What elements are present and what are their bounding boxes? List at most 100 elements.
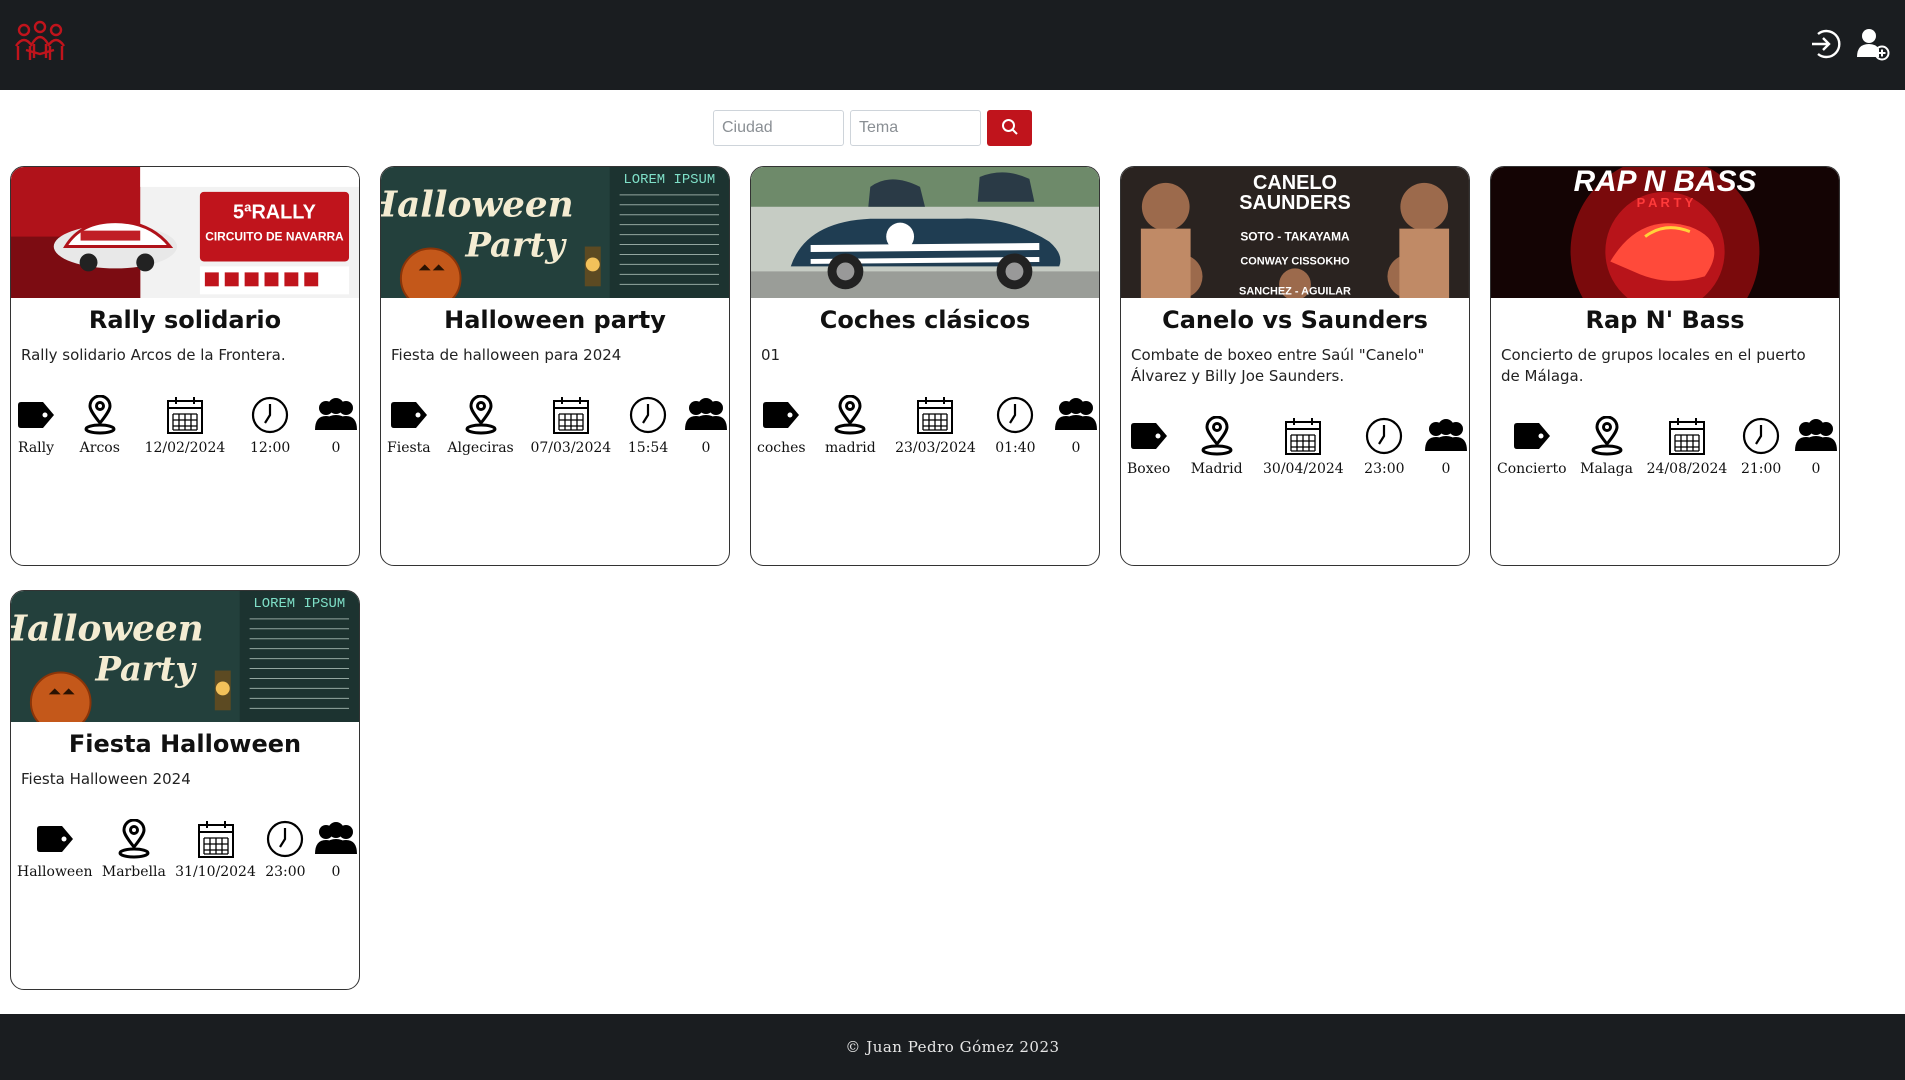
image-caption: SAUNDERS (1239, 192, 1351, 214)
event-title: Rally solidario (88, 306, 282, 334)
tag-icon (390, 394, 428, 436)
meta-label: Madrid (1190, 461, 1243, 477)
meta-label: 23:00 (265, 864, 306, 880)
event-image[interactable] (751, 167, 1099, 299)
login-icon[interactable] (1807, 26, 1843, 62)
event-meta: Fiesta Algeciras 07/03/2024 15:54 0 (381, 394, 729, 456)
event-card[interactable]: RAP N BASS P A R T Y Rap N' Bass Concier… (1490, 166, 1840, 566)
tag-icon (17, 394, 55, 436)
people-group-logo-icon[interactable] (12, 20, 68, 64)
location-pin-icon (83, 394, 117, 436)
clock-icon (1364, 415, 1404, 457)
event-card[interactable]: Halloween Party LOREM IPSUM Halloween pa… (380, 166, 730, 566)
image-caption: Party (94, 648, 197, 688)
meta-label: Boxeo (1127, 461, 1171, 477)
event-meta: Rally Arcos 12/02/2024 12:00 0 (11, 394, 359, 456)
meta-clock: 01:40 (995, 394, 1036, 456)
event-description: Concierto de grupos locales en el puerto… (1501, 346, 1806, 385)
event-image[interactable]: CANELO SAUNDERS SOTO - TAKAYAMA CONWAY C… (1121, 167, 1469, 299)
clock-icon (250, 394, 290, 436)
tag-icon (1130, 415, 1168, 457)
meta-label: Halloween (17, 864, 93, 880)
attendees-icon (684, 394, 727, 436)
meta-label: madrid (825, 440, 876, 456)
meta-attendees: 0 (1424, 415, 1467, 477)
attendees-icon (1794, 415, 1837, 457)
event-image[interactable]: RAP N BASS P A R T Y (1491, 167, 1839, 299)
meta-label: 01:40 (995, 440, 1036, 456)
meta-label: 21:00 (1740, 461, 1782, 477)
meta-label: Marbella (101, 864, 166, 880)
add-user-icon[interactable] (1855, 26, 1891, 62)
event-meta: Concierto Malaga 24/08/2024 21:00 0 (1491, 415, 1839, 477)
location-pin-icon (464, 394, 498, 436)
image-caption: Halloween (381, 184, 574, 226)
meta-label: 0 (701, 440, 711, 456)
event-description: Rally solidario Arcos de la Frontera. (21, 346, 286, 364)
image-caption: CIRCUITO DE NAVARRA (205, 230, 344, 244)
meta-location-pin: Algeciras (447, 394, 514, 456)
event-card[interactable]: CANELO SAUNDERS SOTO - TAKAYAMA CONWAY C… (1120, 166, 1470, 566)
location-pin-icon (117, 818, 151, 860)
meta-label: Arcos (79, 440, 120, 456)
image-caption: SANCHEZ - AGUILAR (1239, 285, 1351, 297)
calendar-icon (1284, 415, 1322, 457)
topic-search-input[interactable] (850, 110, 981, 146)
event-card[interactable]: Coches clásicos 01 coches madrid 23/03/2… (750, 166, 1100, 566)
city-search-input[interactable] (713, 110, 844, 146)
event-image[interactable]: 5ªRALLY CIRCUITO DE NAVARRA (11, 167, 359, 299)
meta-label: 0 (331, 440, 341, 456)
meta-location-pin: madrid (825, 394, 876, 456)
calendar-icon (197, 818, 235, 860)
tag-icon (762, 394, 800, 436)
meta-tag: Concierto (1497, 415, 1567, 477)
meta-tag: coches (757, 394, 806, 456)
image-caption: SOTO - TAKAYAMA (1240, 230, 1350, 244)
meta-label: Rally (17, 440, 55, 456)
meta-attendees: 0 (314, 394, 357, 456)
meta-label: 0 (331, 864, 341, 880)
event-title: Fiesta Halloween (68, 730, 302, 758)
location-pin-icon (833, 394, 867, 436)
meta-label: Concierto (1497, 461, 1567, 477)
attendees-icon (314, 394, 357, 436)
meta-label: 12:00 (249, 440, 291, 456)
clock-icon (265, 818, 305, 860)
meta-tag: Fiesta (387, 394, 431, 456)
meta-calendar: 07/03/2024 (530, 394, 611, 456)
event-meta: coches madrid 23/03/2024 01:40 0 (751, 394, 1099, 456)
tag-icon (1513, 415, 1551, 457)
meta-label: 31/10/2024 (175, 864, 256, 880)
search-button[interactable] (987, 110, 1032, 146)
attendees-icon (314, 818, 357, 860)
event-image[interactable]: Halloween Party LOREM IPSUM (11, 591, 359, 723)
meta-label: 12/02/2024 (144, 440, 226, 456)
event-image[interactable]: Halloween Party LOREM IPSUM (381, 167, 729, 299)
image-caption: Party (464, 224, 567, 264)
meta-calendar: 23/03/2024 (895, 394, 976, 456)
location-pin-icon (1590, 415, 1624, 457)
image-caption: Halloween (11, 608, 204, 650)
meta-clock: 21:00 (1741, 415, 1781, 477)
image-caption: CONWAY CISSOKHO (1240, 255, 1350, 267)
meta-attendees: 0 (684, 394, 727, 456)
meta-tag: Boxeo (1127, 415, 1170, 477)
attendees-icon (1424, 415, 1467, 457)
meta-label: 0 (1071, 440, 1081, 456)
meta-clock: 23:00 (1364, 415, 1405, 477)
meta-location-pin: Marbella (102, 818, 166, 880)
meta-calendar: 31/10/2024 (175, 818, 256, 880)
meta-attendees: 0 (1054, 394, 1097, 456)
meta-label: 24/08/2024 (1646, 461, 1728, 477)
meta-label: coches (757, 440, 806, 456)
meta-attendees: 0 (1794, 415, 1837, 477)
meta-label: 30/04/2024 (1263, 461, 1344, 477)
attendees-icon (1054, 394, 1097, 436)
meta-clock: 12:00 (250, 394, 290, 456)
event-card[interactable]: 5ªRALLY CIRCUITO DE NAVARRA Rally solida… (10, 166, 360, 566)
event-title: Rap N' Bass (1585, 306, 1745, 334)
meta-clock: 23:00 (265, 818, 306, 880)
event-title: Canelo vs Saunders (1162, 306, 1428, 334)
meta-label: 07/03/2024 (530, 440, 612, 456)
event-card[interactable]: Halloween Party LOREM IPSUM Fiesta Hallo… (10, 590, 360, 990)
